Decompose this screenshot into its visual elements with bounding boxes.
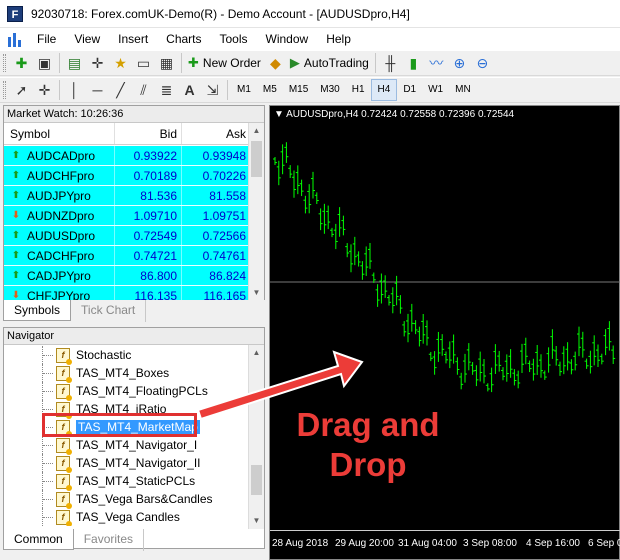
caption-line-2: Drop [329,446,407,483]
drag-and-drop-caption: Drag and Drop [278,405,458,485]
caption-line-1: Drag and [296,406,440,443]
